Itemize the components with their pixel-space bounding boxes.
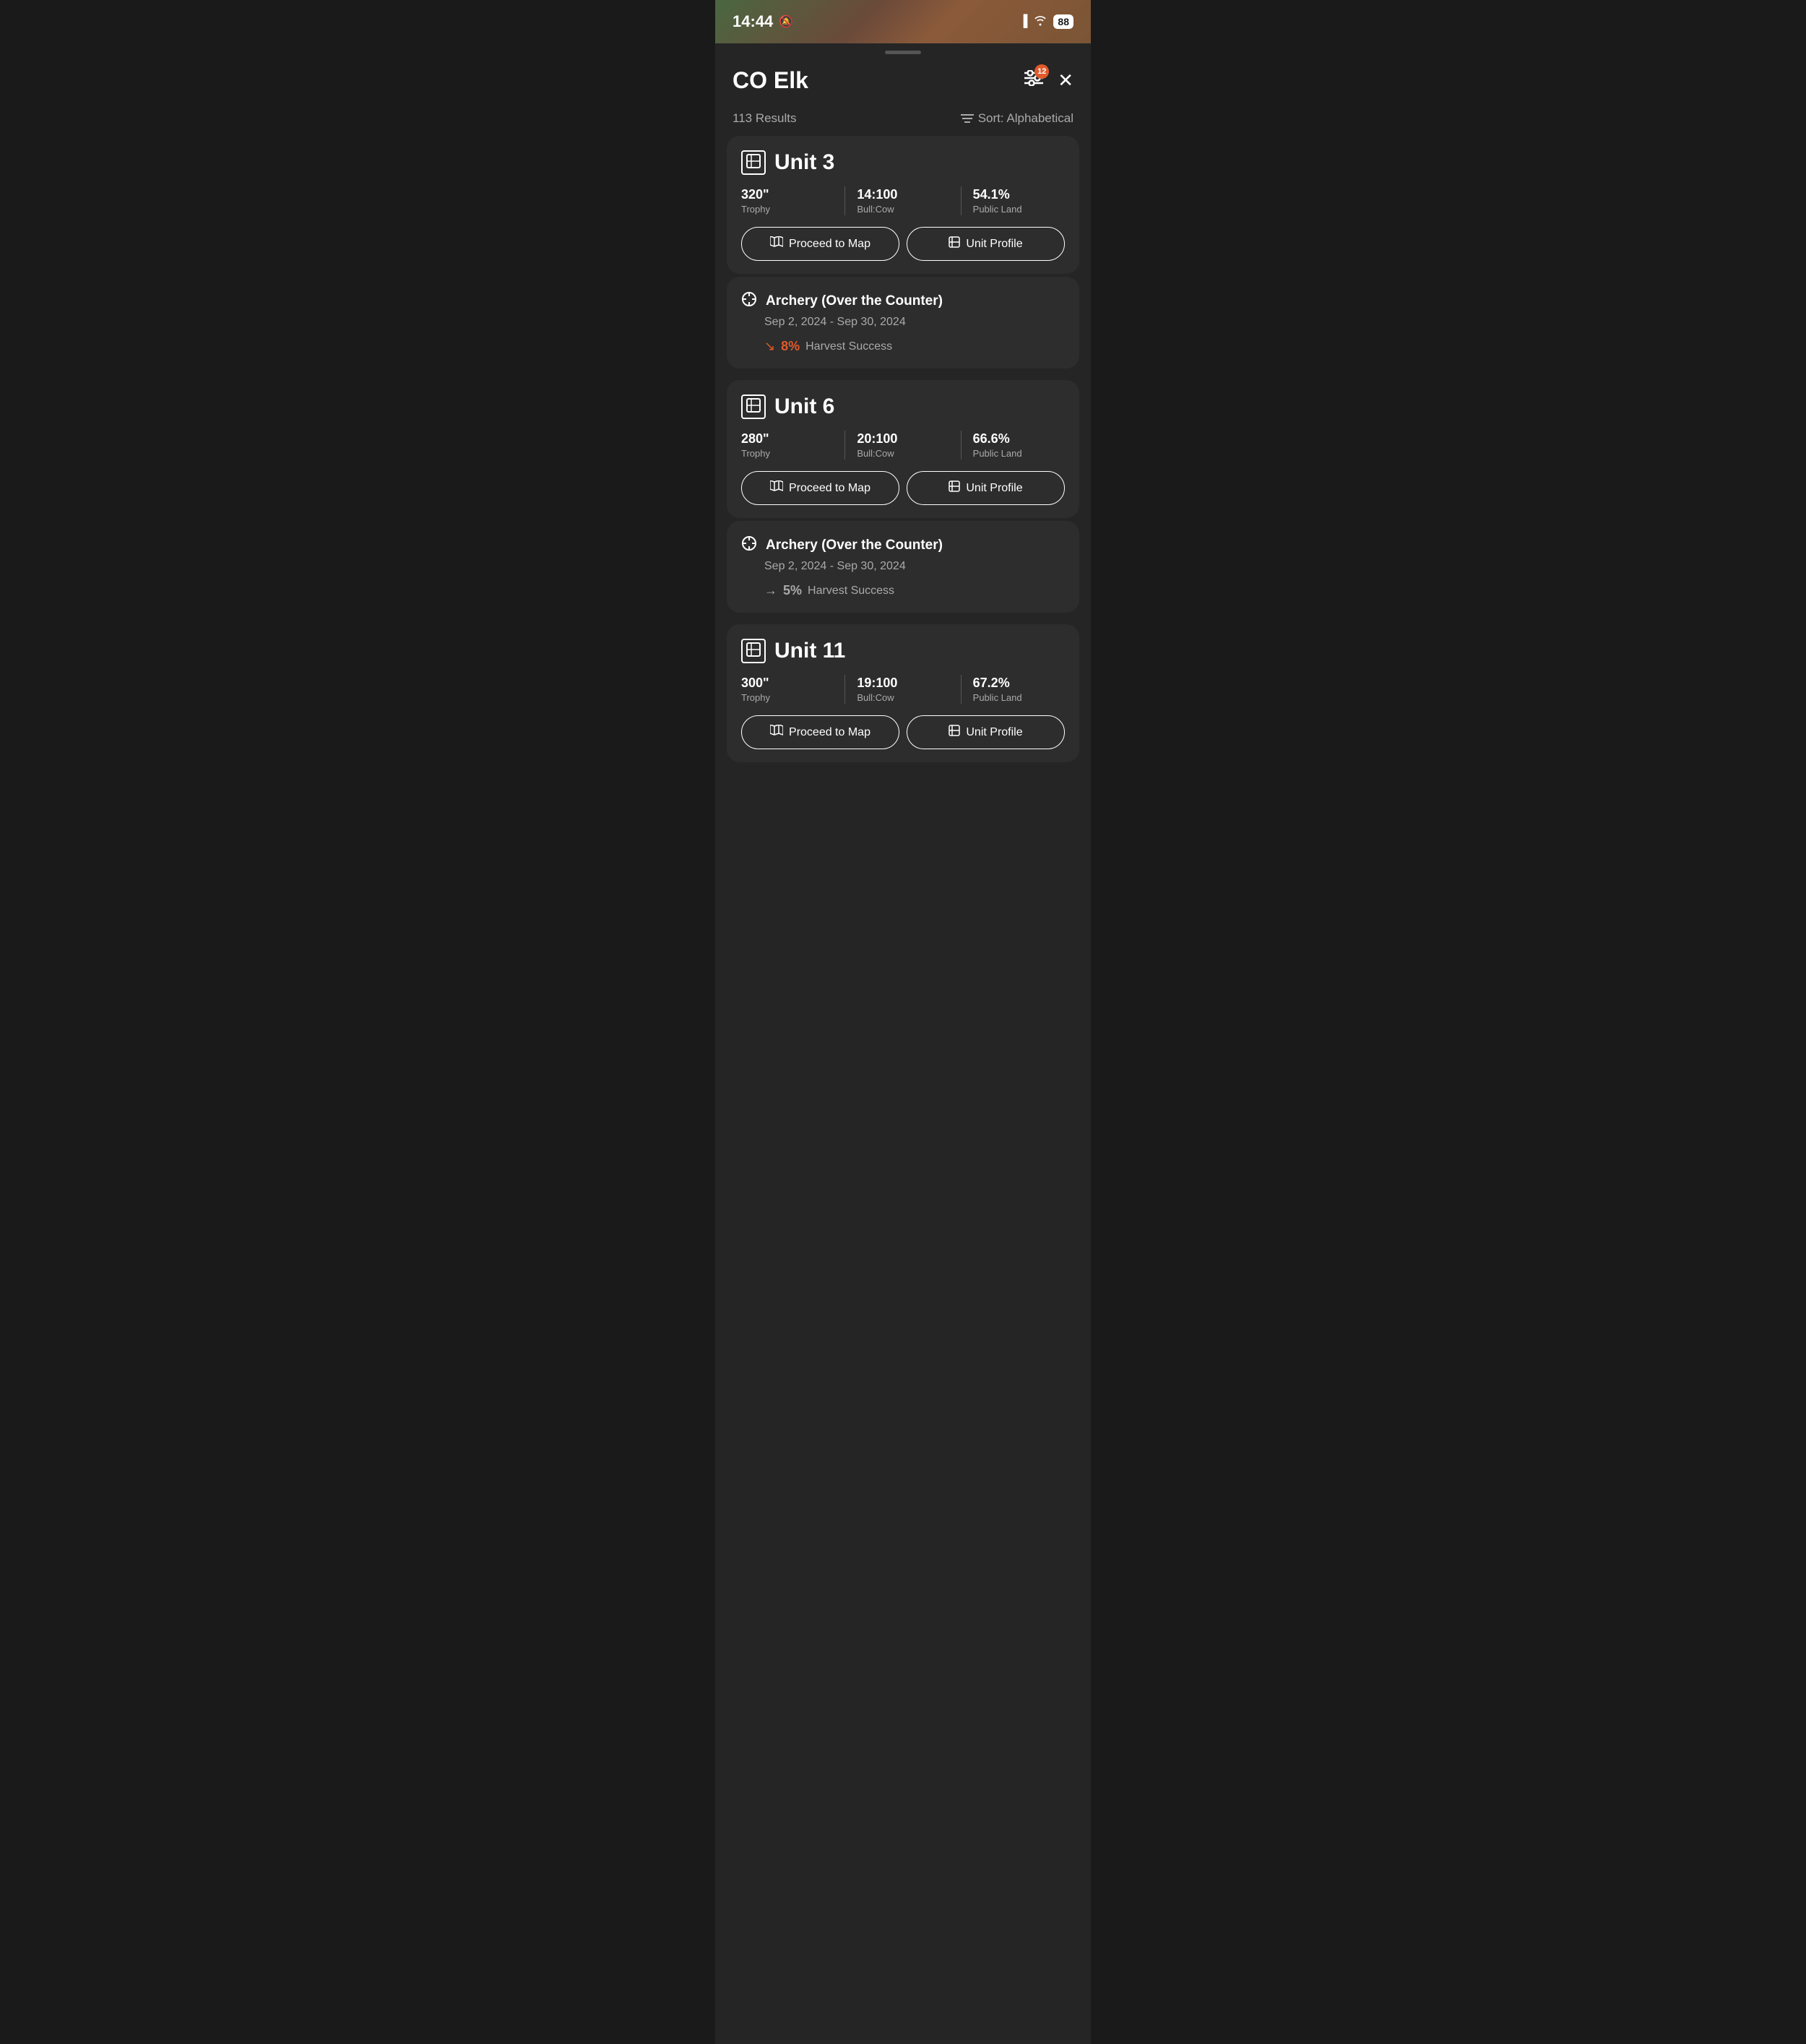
stat-divider-2a [844,675,845,704]
stat-divider-1b [961,431,962,460]
stat-divider-2b [961,675,962,704]
map-btn-icon-0 [770,236,783,251]
season-header-0: Archery (Over the Counter) [741,291,1065,311]
page-title: CO Elk [733,67,808,94]
filter-badge: 12 [1034,64,1049,79]
wifi-icon [1033,14,1047,30]
season-dates-0: Sep 2, 2024 - Sep 30, 2024 [764,316,1065,329]
unit-header-0: Unit 3 320" Trophy 14:100 Bull:Cow [727,136,1079,274]
unit-profile-button-2[interactable]: Unit Profile [907,715,1065,749]
unit-stat-land-0: 54.1% Public Land [973,187,1065,215]
status-right: ▐ 88 [1019,14,1073,30]
stat-divider-0b [961,186,962,215]
stat-divider-1a [844,431,845,460]
unit-stats-2: 300" Trophy 19:100 Bull:Cow 67.2% Public… [741,675,1065,704]
unit-card-1: Unit 6 280" Trophy 20:100 Bull:Cow [727,380,1079,518]
results-bar: 113 Results Sort: Alphabetical [715,105,1091,136]
proceed-to-map-button-0[interactable]: Proceed to Map [741,227,899,261]
unit-map-icon-0 [741,150,766,175]
filter-button[interactable]: 12 [1024,70,1043,91]
season-title-1: Archery (Over the Counter) [766,538,943,553]
unit-title-row-0: Unit 3 [741,150,1065,175]
harvest-label-1: Harvest Success [808,585,894,598]
archery-icon-0 [741,291,757,311]
profile-btn-icon-1 [949,480,960,496]
proceed-to-map-button-1[interactable]: Proceed to Map [741,471,899,505]
unit-profile-button-1[interactable]: Unit Profile [907,471,1065,505]
unit-stat-land-2: 67.2% Public Land [973,676,1065,703]
unit-card-2: Unit 11 300" Trophy 19:100 Bull:Cow [727,624,1079,762]
harvest-trend-icon-1: → [764,583,777,598]
map-btn-icon-2 [770,725,783,740]
sort-label: Sort: Alphabetical [961,111,1073,126]
unit-stat-trophy-1: 280" Trophy [741,431,833,459]
unit-stats-0: 320" Trophy 14:100 Bull:Cow 54.1% Public… [741,186,1065,215]
harvest-row-0: ↘ 8% Harvest Success [764,339,1065,354]
close-button[interactable]: ✕ [1058,69,1073,92]
harvest-row-1: → 5% Harvest Success [764,583,1065,598]
season-header-1: Archery (Over the Counter) [741,535,1065,556]
scroll-content: Unit 3 320" Trophy 14:100 Bull:Cow [715,136,1091,787]
unit-header-1: Unit 6 280" Trophy 20:100 Bull:Cow [727,380,1079,518]
season-dates-1: Sep 2, 2024 - Sep 30, 2024 [764,560,1065,573]
proceed-btn-label-1: Proceed to Map [789,482,870,495]
unit-title-row-2: Unit 11 [741,639,1065,663]
unit-title-row-1: Unit 6 [741,394,1065,419]
status-time: 14:44 🔕 [733,12,793,31]
phone-wrapper: 14:44 🔕 ▐ 88 CO Elk [715,0,1091,2044]
unit-stat-bullcow-2: 19:100 Bull:Cow [857,676,949,703]
header-actions: 12 ✕ [1024,69,1073,92]
profile-btn-label-1: Unit Profile [966,482,1022,495]
map-background: 14:44 🔕 ▐ 88 [715,0,1091,43]
unit-stat-land-1: 66.6% Public Land [973,431,1065,459]
harvest-pct-0: 8% [781,339,800,354]
unit-header-2: Unit 11 300" Trophy 19:100 Bull:Cow [727,624,1079,762]
unit-stat-trophy-0: 320" Trophy [741,187,833,215]
harvest-label-0: Harvest Success [805,340,892,353]
stat-divider-0a [844,186,845,215]
unit-actions-2: Proceed to Map Unit Profile [741,715,1065,752]
sheet-handle [885,51,921,54]
archery-icon-1 [741,535,757,556]
season-title-0: Archery (Over the Counter) [766,293,943,309]
unit-card-0: Unit 3 320" Trophy 14:100 Bull:Cow [727,136,1079,274]
unit-name-1: Unit 6 [774,394,834,419]
profile-btn-label-2: Unit Profile [966,726,1022,739]
unit-map-icon-1 [741,394,766,419]
unit-stats-1: 280" Trophy 20:100 Bull:Cow 66.6% Public… [741,431,1065,460]
unit-stat-bullcow-1: 20:100 Bull:Cow [857,431,949,459]
harvest-trend-icon-0: ↘ [764,339,775,354]
signal-icon: ▐ [1019,15,1027,28]
profile-btn-label-0: Unit Profile [966,238,1022,251]
app-content: CO Elk 12 ✕ 113 R [715,54,1091,2044]
unit-stat-trophy-2: 300" Trophy [741,676,833,703]
unit-actions-1: Proceed to Map Unit Profile [741,471,1065,508]
unit-actions-0: Proceed to Map Unit Profile [741,227,1065,264]
harvest-pct-1: 5% [783,583,802,598]
profile-btn-icon-2 [949,725,960,740]
status-bar: 14:44 🔕 ▐ 88 [715,0,1091,43]
proceed-btn-label-0: Proceed to Map [789,238,870,251]
unit-name-2: Unit 11 [774,639,845,663]
profile-btn-icon-0 [949,236,960,251]
sheet-handle-area [715,43,1091,54]
bell-icon: 🔕 [779,14,793,29]
results-count: 113 Results [733,111,797,126]
season-card-0: Archery (Over the Counter) Sep 2, 2024 -… [727,277,1079,368]
battery-label: 88 [1053,14,1073,29]
unit-name-0: Unit 3 [774,150,834,175]
unit-stat-bullcow-0: 14:100 Bull:Cow [857,187,949,215]
time-label: 14:44 [733,12,773,31]
unit-profile-button-0[interactable]: Unit Profile [907,227,1065,261]
header: CO Elk 12 ✕ [715,54,1091,105]
season-card-1: Archery (Over the Counter) Sep 2, 2024 -… [727,521,1079,613]
proceed-btn-label-2: Proceed to Map [789,726,870,739]
proceed-to-map-button-2[interactable]: Proceed to Map [741,715,899,749]
unit-map-icon-2 [741,639,766,663]
map-btn-icon-1 [770,480,783,496]
